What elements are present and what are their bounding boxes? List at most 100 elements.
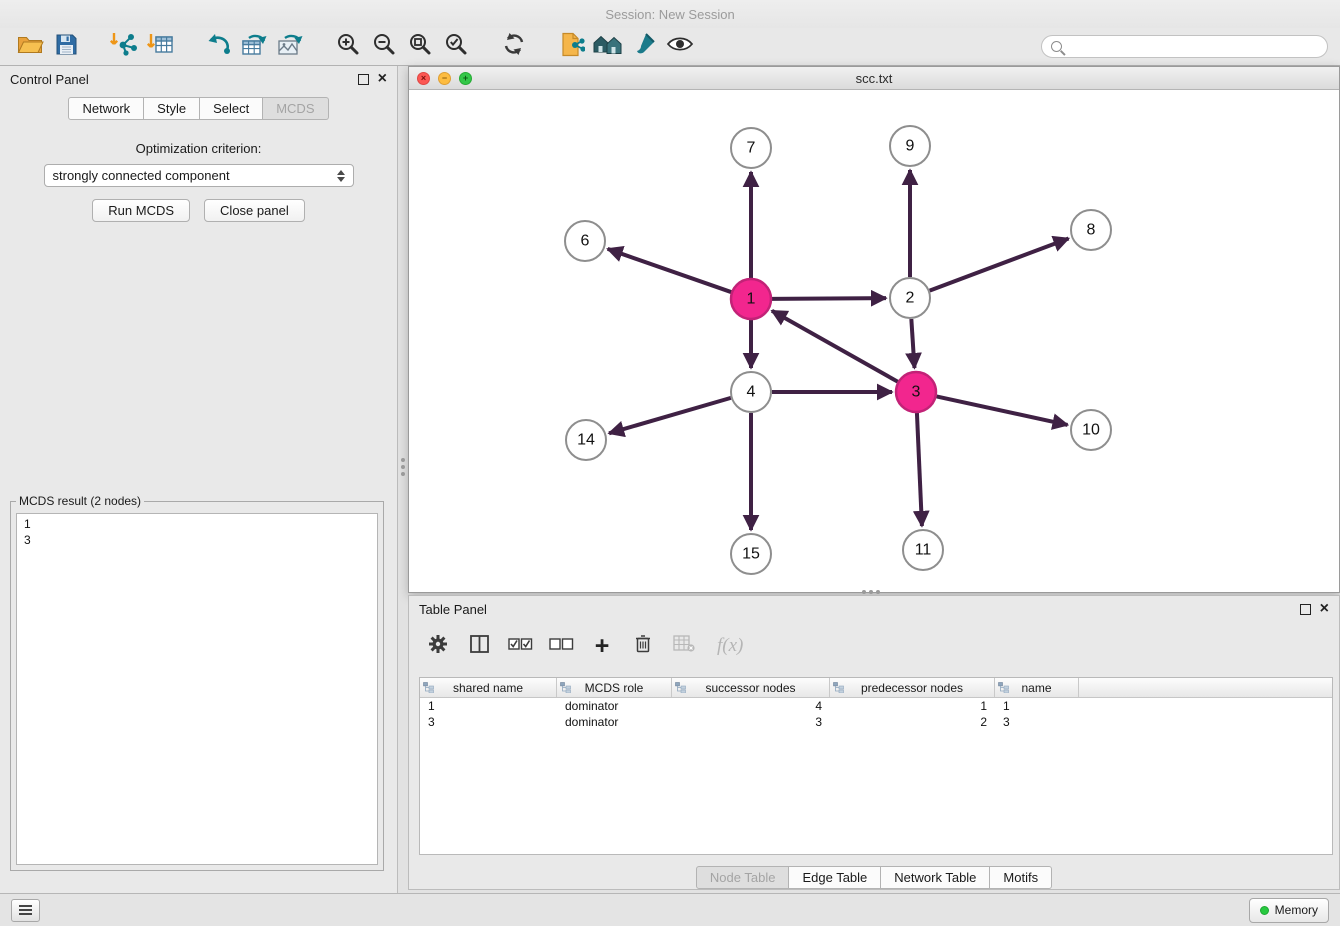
edge-3-1[interactable]	[772, 311, 898, 382]
control-panel-title: Control Panel	[10, 72, 89, 87]
zoom-selected-button[interactable]	[438, 31, 474, 63]
cell-shared-name: 3	[420, 715, 557, 729]
close-table-panel-icon[interactable]: ×	[1320, 601, 1329, 617]
edge-1-2[interactable]	[772, 298, 886, 299]
maximize-window-button[interactable]: +	[459, 72, 472, 85]
vertical-splitter-handle[interactable]	[401, 458, 405, 462]
edge-3-10[interactable]	[937, 396, 1068, 424]
show-columns-button[interactable]	[467, 634, 491, 658]
horizontal-splitter-handle[interactable]	[862, 590, 866, 594]
search-icon	[1051, 41, 1062, 52]
search-input[interactable]	[1068, 39, 1318, 55]
table-panel-title: Table Panel	[419, 602, 487, 617]
save-session-button[interactable]	[48, 31, 84, 63]
node-4[interactable]: 4	[731, 372, 771, 412]
float-panel-icon[interactable]	[358, 74, 369, 85]
close-panel-button[interactable]: Close panel	[204, 199, 305, 222]
zoom-fit-button[interactable]	[402, 31, 438, 63]
table-tabs: Node TableEdge TableNetwork TableMotifs	[409, 866, 1339, 889]
edge-2-3[interactable]	[911, 319, 914, 368]
table-row[interactable]: 1dominator411	[420, 698, 1332, 714]
optimization-label: Optimization criterion:	[0, 141, 397, 156]
node-9[interactable]: 9	[890, 126, 930, 166]
tab-network-table[interactable]: Network Table	[881, 866, 990, 889]
delete-column-button[interactable]	[631, 634, 655, 658]
import-network-file-button[interactable]	[106, 31, 142, 63]
tab-edge-table[interactable]: Edge Table	[789, 866, 881, 889]
import-table-icon	[147, 33, 174, 61]
node-7[interactable]: 7	[731, 128, 771, 168]
export-table-button[interactable]	[236, 31, 272, 63]
mcds-result-box[interactable]: 13	[16, 513, 378, 865]
cell-name: 3	[995, 715, 1079, 729]
run-mcds-button[interactable]: Run MCDS	[92, 199, 190, 222]
curved-arrow-network-icon	[205, 32, 231, 61]
float-table-panel-icon[interactable]	[1300, 604, 1311, 615]
tab-select[interactable]: Select	[200, 97, 263, 120]
empty-boxes-icon	[549, 636, 574, 657]
gear-icon	[427, 633, 449, 660]
column-label: name	[1021, 681, 1051, 695]
zoom-selected-icon	[444, 32, 468, 61]
search-box[interactable]	[1041, 35, 1328, 58]
edge-2-8[interactable]	[930, 238, 1069, 290]
optimization-select[interactable]: strongly connected component	[44, 164, 354, 187]
refresh-layout-button[interactable]	[496, 31, 532, 63]
node-label: 7	[747, 140, 756, 157]
column-header-successor-nodes[interactable]: successor nodes	[672, 678, 830, 697]
column-header-shared-name[interactable]: shared name	[420, 678, 557, 697]
node-label: 10	[1082, 422, 1100, 439]
sort-icon	[675, 682, 686, 693]
memory-label: Memory	[1275, 903, 1318, 917]
import-table-file-button[interactable]	[142, 31, 178, 63]
task-history-button[interactable]	[11, 899, 40, 922]
column-header-predecessor-nodes[interactable]: predecessor nodes	[830, 678, 995, 697]
zoom-in-button[interactable]	[330, 31, 366, 63]
document-network-icon	[559, 32, 585, 62]
network-window-title: scc.txt	[856, 71, 893, 86]
table-settings-button[interactable]	[426, 634, 450, 658]
plus-icon: +	[595, 634, 610, 659]
trash-icon	[635, 634, 651, 658]
deselect-all-button[interactable]	[549, 634, 573, 658]
column-header-MCDS-role[interactable]: MCDS role	[557, 678, 672, 697]
minimize-window-button[interactable]: −	[438, 72, 451, 85]
apply-style-button[interactable]	[626, 31, 662, 63]
column-header-name[interactable]: name	[995, 678, 1079, 697]
export-image-button[interactable]	[272, 31, 308, 63]
node-8[interactable]: 8	[1071, 210, 1111, 250]
tab-mcds[interactable]: MCDS	[263, 97, 328, 120]
select-all-button[interactable]	[508, 634, 532, 658]
open-session-button[interactable]	[12, 31, 48, 63]
edge-1-6[interactable]	[608, 249, 732, 292]
edge-3-11[interactable]	[917, 413, 922, 526]
zoom-out-button[interactable]	[366, 31, 402, 63]
node-10[interactable]: 10	[1071, 410, 1111, 450]
node-11[interactable]: 11	[903, 530, 943, 570]
node-1[interactable]: 1	[731, 279, 771, 319]
node-15[interactable]: 15	[731, 534, 771, 574]
node-2[interactable]: 2	[890, 278, 930, 318]
network-svg[interactable]: 7 9 6 8 1 2 4 3 14 10 15 11	[409, 90, 1339, 593]
node-14[interactable]: 14	[566, 420, 606, 460]
tab-motifs[interactable]: Motifs	[990, 866, 1052, 889]
node-label: 4	[747, 384, 756, 401]
edge-4-14[interactable]	[609, 398, 731, 433]
new-network-from-selection-button[interactable]	[554, 31, 590, 63]
memory-button[interactable]: Memory	[1249, 898, 1329, 923]
table-row[interactable]: 3dominator323	[420, 714, 1332, 730]
combo-arrows-icon	[337, 170, 345, 182]
home-button[interactable]	[590, 31, 626, 63]
add-column-button[interactable]: +	[590, 634, 614, 658]
node-6[interactable]: 6	[565, 221, 605, 261]
close-window-button[interactable]: ×	[417, 72, 430, 85]
cell-successor-nodes: 3	[672, 715, 830, 729]
node-3[interactable]: 3	[896, 372, 936, 412]
close-panel-icon[interactable]: ×	[378, 71, 387, 87]
node-label: 3	[912, 384, 921, 401]
tab-style[interactable]: Style	[144, 97, 200, 120]
tab-network[interactable]: Network	[68, 97, 144, 120]
show-hide-button[interactable]	[662, 31, 698, 63]
tab-node-table[interactable]: Node Table	[696, 866, 790, 889]
clone-network-button[interactable]	[200, 31, 236, 63]
